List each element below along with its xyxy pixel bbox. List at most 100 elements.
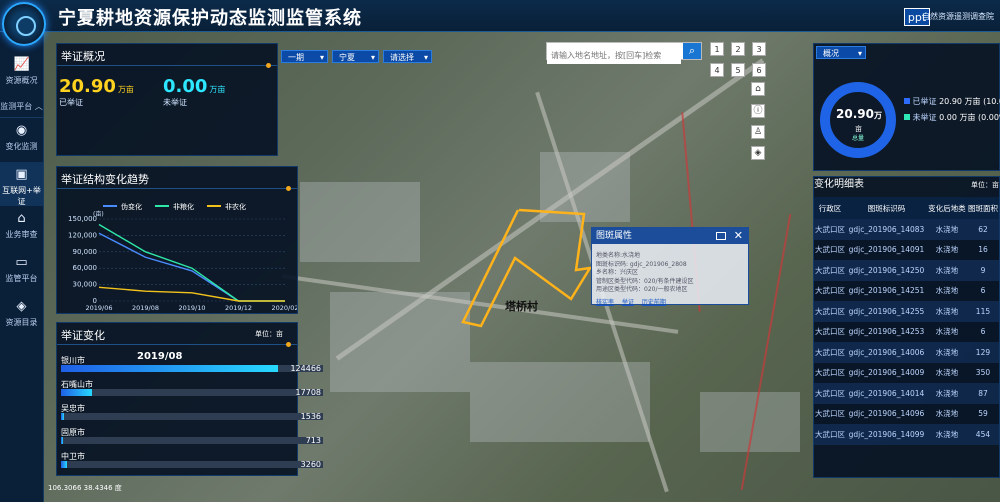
table-row[interactable]: 大武口区 gdjc_201906_14255 水浇地 115 <box>814 301 999 322</box>
home-tool-icon[interactable]: ⌂ <box>751 82 765 96</box>
app-title: 宁夏耕地资源保护动态监测监管系统 <box>58 8 362 29</box>
nav-item-evidence[interactable]: ▣ 互联网+举证 <box>0 162 43 206</box>
view-button-4[interactable]: 4 <box>710 63 724 77</box>
y-tick-label: 120,000 <box>68 231 97 239</box>
org-name: 自然资源遥测调查院 <box>922 12 994 21</box>
table-cell: 350 <box>966 362 999 383</box>
bar-label: 固原市 <box>61 428 85 437</box>
view-button-5[interactable]: 5 <box>731 63 745 77</box>
top-bar: 宁夏耕地资源保护动态监测监管系统 ppt 自然资源遥测调查院 <box>0 0 1000 32</box>
table-cell: 水浇地 <box>926 321 967 342</box>
table-cell: gdjc_201906_14255 <box>846 301 927 322</box>
nav-item-review[interactable]: ⌂ 业务审查 <box>0 206 43 250</box>
nav-item-catalog[interactable]: ◈ 资源目录 <box>0 294 43 338</box>
bar-value: 3260 <box>300 460 321 469</box>
map-place-label: 塔桥村 <box>505 300 538 313</box>
view-button-3[interactable]: 3 <box>752 42 766 56</box>
table-cell: 水浇地 <box>926 239 967 260</box>
bar-track: 3260 <box>61 460 323 469</box>
popup-link-verify[interactable]: 核实率 <box>596 299 614 306</box>
video-icon: ▣ <box>15 167 28 182</box>
table-cell: gdjc_201906_14099 <box>846 424 927 445</box>
series-line <box>98 232 285 302</box>
overview-panel: 举证概况 20.90 万亩 已举证 0.00 万亩 未举证 <box>56 43 278 156</box>
trend-panel: 举证结构变化趋势 伪变化 非粮化 非农化 (亩) 0 30,000 60,000 90,000… <box>56 166 298 314</box>
status-select[interactable]: 概况 <box>816 46 866 60</box>
chevron-up-icon: ︿ <box>34 102 43 111</box>
maximize-icon[interactable] <box>716 232 726 240</box>
view-button-2[interactable]: 2 <box>731 42 745 56</box>
table-row[interactable]: 大武口区 gdjc_201906_14251 水浇地 6 <box>814 280 999 301</box>
period-select[interactable]: 一期 <box>281 50 328 64</box>
table-row[interactable]: 大武口区 gdjc_201906_14091 水浇地 16 <box>814 239 999 260</box>
table-row[interactable]: 大武口区 gdjc_201906_14099 水浇地 454 <box>814 424 999 445</box>
table-row[interactable]: 大武口区 gdjc_201906_14096 水浇地 59 <box>814 403 999 424</box>
table-cell: gdjc_201906_14250 <box>846 260 927 281</box>
table-header[interactable]: 图斑面积 <box>966 197 999 219</box>
y-tick-label: 90,000 <box>73 248 98 256</box>
view-button-1[interactable]: 1 <box>710 42 724 56</box>
bar-fill <box>61 389 92 396</box>
parcel-popup: 图斑属性 ✕ 地类名称:水浇地 图斑标识码: gdjc_201906_2808 … <box>591 227 749 306</box>
table-row[interactable]: 大武口区 gdjc_201906_14250 水浇地 9 <box>814 260 999 281</box>
close-icon[interactable]: ✕ <box>734 228 743 244</box>
table-cell: 大武口区 <box>814 424 847 445</box>
table-cell: 454 <box>966 424 999 445</box>
info-tool-icon[interactable]: ⓘ <box>751 104 765 118</box>
table-cell: 115 <box>966 301 999 322</box>
overview-title: 举证概况 <box>57 44 277 68</box>
layers-tool-icon[interactable]: ◈ <box>751 146 765 160</box>
detail-panel: 变化明细表 单位：亩 行政区 图斑标识码 变化后地类 图斑面积 大武口区 gdjc_20… <box>813 176 1000 478</box>
table-header[interactable]: 变化后地类 <box>926 197 967 219</box>
series-line <box>98 286 285 302</box>
table-cell: gdjc_201906_14014 <box>846 383 927 404</box>
table-cell: 87 <box>966 383 999 404</box>
view-button-6[interactable]: 6 <box>752 63 766 77</box>
x-tick-label: 2019/12 <box>225 304 252 312</box>
table-cell: 16 <box>966 239 999 260</box>
table-cell: 大武口区 <box>814 301 847 322</box>
nav-section-monitor[interactable]: 监测平台 ︿ <box>0 96 43 118</box>
bar-fill <box>61 413 64 420</box>
bar-label: 吴忠市 <box>61 404 85 413</box>
table-header[interactable]: 行政区 <box>814 197 847 219</box>
bar-value: 713 <box>305 436 321 445</box>
region-select[interactable]: 宁夏 <box>332 50 379 64</box>
table-cell: 大武口区 <box>814 280 847 301</box>
search-input[interactable] <box>547 47 681 64</box>
x-tick-label: 2019/06 <box>85 304 112 312</box>
table-cell: 59 <box>966 403 999 424</box>
trend-chart: 伪变化 非粮化 非农化(亩)030,00060,00090,000120,00015… <box>68 202 297 312</box>
popup-link-evidence[interactable]: 举证 <box>622 299 634 306</box>
table-row[interactable]: 大武口区 gdjc_201906_14009 水浇地 350 <box>814 362 999 383</box>
popup-link-history[interactable]: 历史前期 <box>642 299 666 306</box>
table-cell: gdjc_201906_14083 <box>846 219 927 240</box>
table-row[interactable]: 大武口区 gdjc_201906_14014 水浇地 87 <box>814 383 999 404</box>
bar-track: 124466 <box>61 364 323 373</box>
nav-item-change[interactable]: ◉ 变化监测 <box>0 118 43 162</box>
bar-row: 中卫市 3260 <box>61 451 323 469</box>
bar-row: 吴忠市 1536 <box>61 403 323 421</box>
table-row[interactable]: 大武口区 gdjc_201906_14253 水浇地 6 <box>814 321 999 342</box>
unproven-stat: 0.00 万亩 未举证 <box>163 76 226 107</box>
search-icon[interactable]: ⌕ <box>683 43 701 59</box>
y-tick-label: 30,000 <box>73 281 98 289</box>
table-cell: gdjc_201906_14006 <box>846 342 927 363</box>
table-cell: 大武口区 <box>814 383 847 404</box>
bar-row: 银川市 124466 <box>61 355 323 373</box>
table-cell: 6 <box>966 321 999 342</box>
table-row[interactable]: 大武口区 gdjc_201906_14083 水浇地 62 <box>814 219 999 240</box>
bar-fill <box>61 461 67 468</box>
user-tool-icon[interactable]: ♙ <box>751 125 765 139</box>
table-header[interactable]: 图斑标识码 <box>846 197 927 219</box>
nav-item-overview[interactable]: 📈 资源概况 <box>0 52 43 96</box>
table-cell: 大武口区 <box>814 219 847 240</box>
detail-table: 行政区 图斑标识码 变化后地类 图斑面积 大武口区 gdjc_201906_14083 水… <box>814 197 999 445</box>
nav-item-supervise[interactable]: ▭ 监管平台 <box>0 250 43 294</box>
app-logo-icon <box>2 2 46 46</box>
bar-track: 1536 <box>61 412 323 421</box>
table-cell: 62 <box>966 219 999 240</box>
table-row[interactable]: 大武口区 gdjc_201906_14006 水浇地 129 <box>814 342 999 363</box>
chart-icon: 📈 <box>13 57 30 72</box>
choose-select[interactable]: 请选择 <box>383 50 432 64</box>
